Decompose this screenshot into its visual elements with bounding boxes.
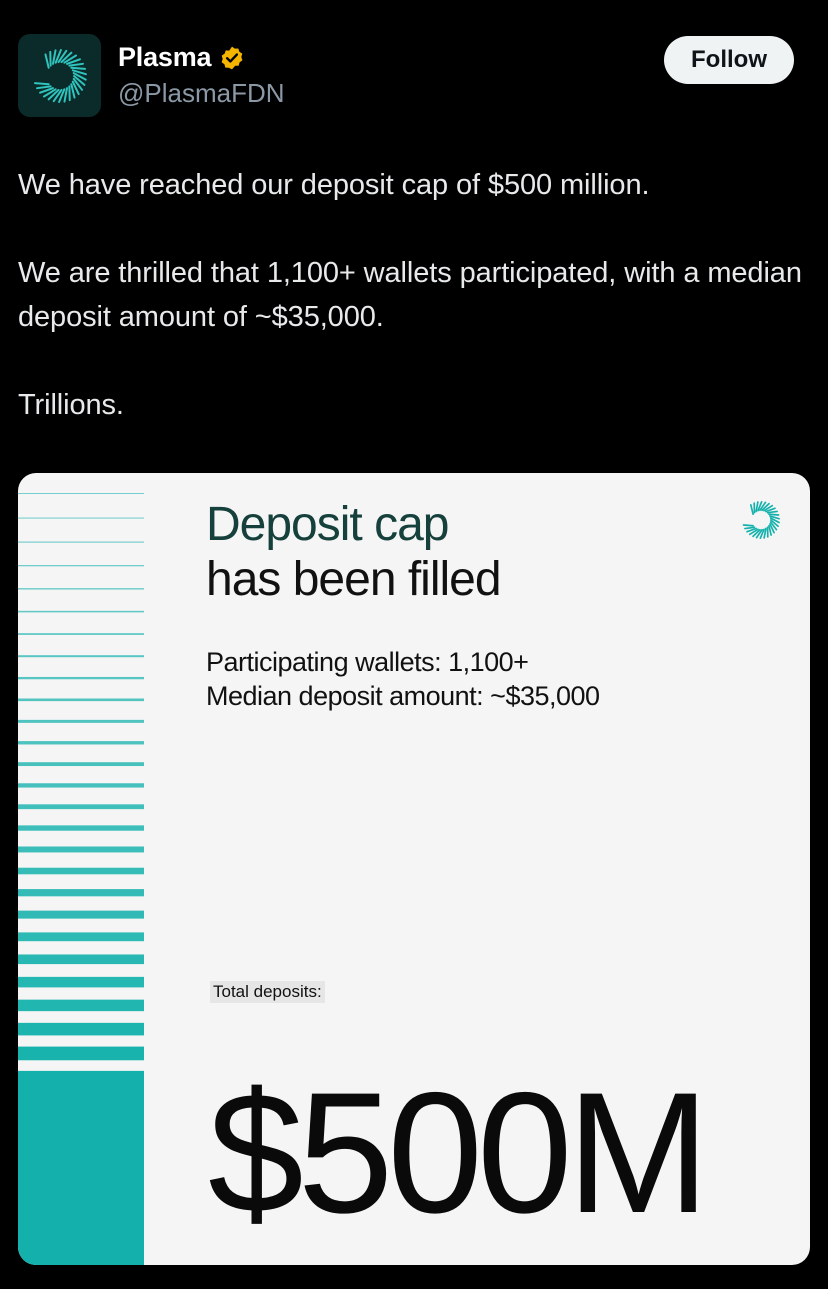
verified-badge-icon [221, 46, 243, 69]
card-title: Deposit cap has been filled [206, 497, 502, 607]
stripe [18, 804, 144, 810]
stripe [18, 846, 144, 853]
stripe [18, 825, 144, 831]
total-deposits-amount: $500M [208, 1057, 710, 1249]
stripe [18, 932, 144, 942]
stripe [18, 889, 144, 897]
teal-stripes-graphic [18, 493, 144, 1265]
name-row: Plasma [118, 42, 245, 73]
plasma-logo-icon [33, 48, 87, 103]
stripe [18, 517, 144, 519]
tweet-paragraph: Trillions. [18, 389, 124, 421]
plasma-logo-icon [742, 500, 780, 540]
median-deposit-text: Median deposit amount: ~$35,000 [206, 681, 600, 711]
tweet-media-image[interactable]: Deposit cap has been filled Participatin… [18, 473, 810, 1265]
stripe [18, 493, 144, 495]
stripe [18, 698, 144, 702]
stripe [18, 762, 144, 767]
stripe [18, 783, 144, 788]
stripe [18, 588, 144, 590]
stripe [18, 867, 144, 875]
stripe [18, 976, 144, 988]
stripe [18, 954, 144, 965]
stripe-solid-block [18, 1073, 144, 1265]
total-deposits-label: Total deposits: [210, 981, 325, 1003]
stripe [18, 910, 144, 919]
stripe [18, 999, 144, 1012]
stripe [18, 633, 144, 635]
tweet-paragraph: We have reached our deposit cap of $500 … [18, 169, 650, 201]
card-title-line2: has been filled [206, 553, 502, 606]
stripe [18, 719, 144, 723]
stripe [18, 1022, 144, 1036]
tweet-body: We have reached our deposit cap of $500 … [18, 163, 808, 427]
stripe [18, 565, 144, 567]
stripe [18, 610, 144, 613]
follow-button[interactable]: Follow [664, 36, 794, 84]
stripe [18, 655, 144, 658]
display-name[interactable]: Plasma [118, 42, 212, 73]
stripe [18, 541, 144, 543]
tweet-header: Plasma @PlasmaFDN Follow [18, 34, 798, 120]
stripe [18, 741, 144, 745]
card-title-line1: Deposit cap [206, 498, 449, 551]
participating-wallets-text: Participating wallets: 1,100+ [206, 647, 529, 677]
avatar[interactable] [18, 34, 101, 117]
user-handle[interactable]: @PlasmaFDN [118, 78, 285, 109]
card-stats: Participating wallets: 1,100+ Median dep… [206, 645, 600, 713]
tweet-paragraph: We are thrilled that 1,100+ wallets part… [18, 257, 802, 333]
stripe [18, 676, 144, 680]
stripe [18, 1046, 144, 1061]
